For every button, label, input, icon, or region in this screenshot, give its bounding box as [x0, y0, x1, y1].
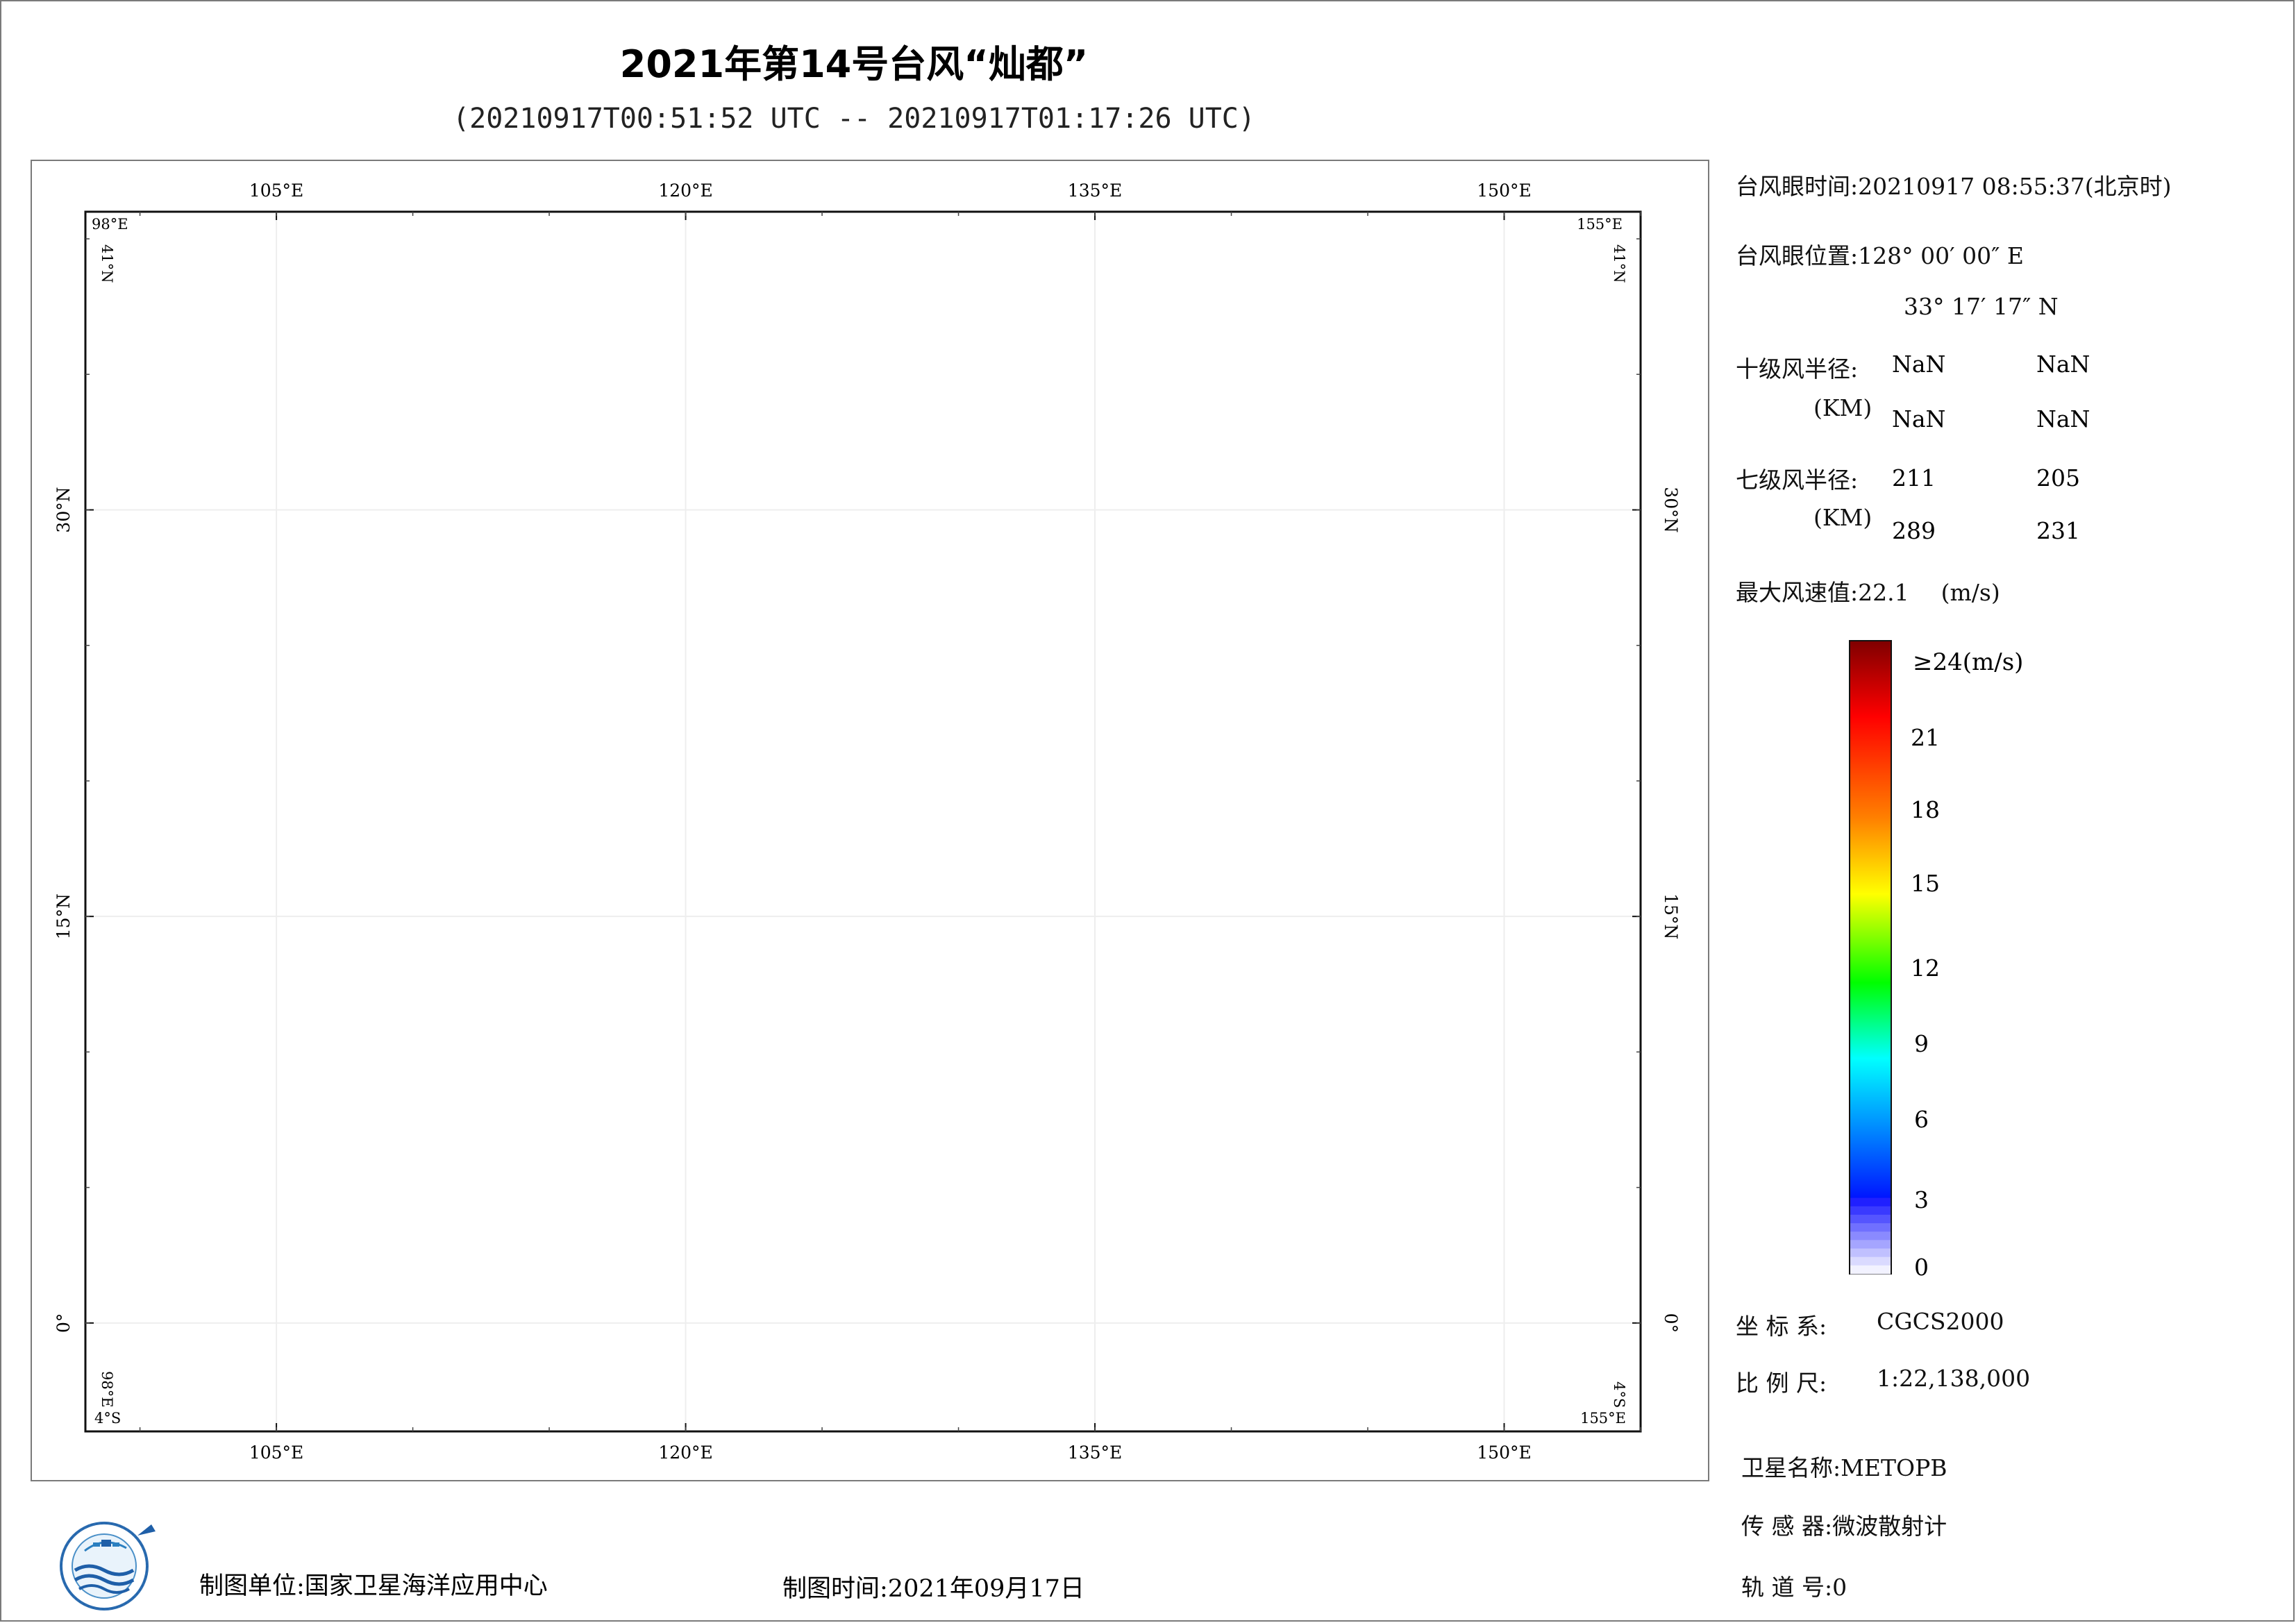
r10-value: NaN	[1892, 405, 1946, 432]
lat-label-right: 15°N	[1661, 893, 1681, 939]
corner-bl-lat: 4°S	[94, 1410, 121, 1427]
colorbar-band	[1850, 1240, 1891, 1250]
scale-label: 比 例 尺:	[1736, 1370, 1827, 1397]
crs-value: CGCS2000	[1877, 1308, 2004, 1335]
r7-value: 205	[2036, 464, 2080, 491]
lon-label-bottom: 135°E	[1068, 1443, 1122, 1463]
orbit-value: 0	[1832, 1574, 1847, 1601]
sensor-label: 传 感 器:	[1741, 1513, 1833, 1540]
produced-date-row: 制图时间:2021年09月17日	[782, 1569, 1084, 1604]
sensor-value: 微波散射计	[1832, 1513, 1947, 1540]
colorbar-band	[1850, 1248, 1891, 1258]
r10-value: NaN	[2036, 351, 2090, 378]
producer-label: 制图单位:	[199, 1572, 305, 1600]
lon-label-top: 135°E	[1068, 180, 1122, 201]
corner-tr-lon: 155°E	[1577, 216, 1623, 233]
eye-time-row: 台风眼时间:20210917 08:55:37(北京时)	[1736, 168, 2172, 201]
lat-label-right: 30°N	[1661, 487, 1681, 532]
orbit-label: 轨 道 号:	[1741, 1574, 1833, 1601]
lon-label-bottom: 150°E	[1477, 1443, 1531, 1463]
colorbar-band	[1850, 1214, 1891, 1224]
colorbar-tick: 15	[1911, 870, 1940, 897]
colorbar-tick: 3	[1914, 1186, 1929, 1213]
lat-label-left: 0°	[53, 1313, 74, 1333]
lon-label-bottom: 120°E	[658, 1443, 712, 1463]
r7-value: 289	[1892, 517, 1936, 544]
eye-latitude: 33° 17′ 17″ N	[1904, 293, 2059, 320]
eye-position-row: 台风眼位置:128° 00′ 00″ E	[1736, 237, 2024, 271]
crs-label: 坐 标 系:	[1736, 1313, 1827, 1340]
max-wind-row: 最大风速值:22.1 (m/s)	[1736, 574, 2000, 607]
r10-unit: (KM)	[1813, 394, 1872, 421]
lat-label-left: 15°N	[53, 893, 74, 939]
r7-unit: (KM)	[1813, 504, 1872, 531]
colorbar-tick: 21	[1911, 724, 1940, 751]
eye-longitude: 128° 00′ 00″ E	[1858, 242, 2024, 269]
colorbar-tick: 0	[1914, 1254, 1929, 1281]
satellite-row: 卫星名称:METOPB	[1741, 1449, 1947, 1483]
eye-time-value: 20210917 08:55:37(北京时)	[1858, 173, 2172, 200]
colorbar-tick: 12	[1911, 955, 1940, 982]
sensor-row: 传 感 器:微波散射计	[1741, 1508, 1947, 1541]
nsoas-logo	[60, 1522, 156, 1611]
corner-tl-lon: 98°E	[92, 216, 128, 233]
corner-tr-lat: 41°N	[1611, 244, 1627, 283]
r7-value: 231	[2036, 517, 2080, 544]
lon-label-top: 150°E	[1477, 180, 1531, 201]
max-wind-label: 最大风速值:	[1736, 579, 1859, 606]
producer-row: 制图单位:国家卫星海洋应用中心	[199, 1566, 548, 1601]
r10-label: 十级风半径:	[1736, 355, 1859, 382]
corner-br-lon: 155°E	[1580, 1410, 1626, 1427]
max-wind-value: 22.1	[1858, 579, 1909, 606]
lon-label-top: 105°E	[249, 180, 303, 201]
lon-label-bottom: 105°E	[249, 1443, 303, 1463]
r7-label: 七级风半径:	[1736, 466, 1859, 494]
colorbar-tick: 18	[1911, 796, 1940, 823]
max-wind-unit: (m/s)	[1941, 579, 2000, 606]
lat-label-right: 0°	[1661, 1313, 1681, 1333]
satellite-value: METOPB	[1841, 1454, 1947, 1481]
lat-label-left: 30°N	[53, 487, 74, 532]
colorbar-band	[1850, 1231, 1891, 1241]
colorbar-band	[1850, 1223, 1891, 1232]
colorbar-band	[1850, 1256, 1891, 1266]
map-border	[84, 210, 1642, 1433]
colorbar-band	[1850, 1206, 1891, 1216]
r7-value: 211	[1892, 464, 1936, 491]
colorbar-tick: 6	[1914, 1106, 1929, 1133]
lon-label-top: 120°E	[658, 180, 712, 201]
r10-value: NaN	[1892, 351, 1946, 378]
colorbar	[1849, 640, 1892, 1275]
corner-tl-lat: 41°N	[99, 244, 115, 283]
produced-date-label: 制图时间:	[782, 1575, 888, 1603]
colorbar-tick: 9	[1914, 1030, 1929, 1057]
scale-value: 1:22,138,000	[1877, 1365, 2031, 1392]
eye-time-label: 台风眼时间:	[1736, 173, 1859, 200]
orbit-row: 轨 道 号:0	[1741, 1569, 1847, 1602]
colorbar-band	[1850, 1197, 1891, 1207]
produced-date-value: 2021年09月17日	[887, 1575, 1084, 1603]
colorbar-band	[1850, 1265, 1891, 1275]
corner-br-lat: 4°S	[1611, 1381, 1627, 1408]
eye-position-label: 台风眼位置:	[1736, 242, 1859, 269]
colorbar-low-bands	[1850, 1197, 1891, 1275]
satellite-label: 卫星名称:	[1741, 1454, 1841, 1481]
producer-value: 国家卫星海洋应用中心	[304, 1572, 548, 1600]
colorbar-top-label: ≥24(m/s)	[1913, 648, 2023, 676]
r10-value: NaN	[2036, 405, 2090, 432]
corner-bl-lon: 98°E	[99, 1371, 115, 1408]
